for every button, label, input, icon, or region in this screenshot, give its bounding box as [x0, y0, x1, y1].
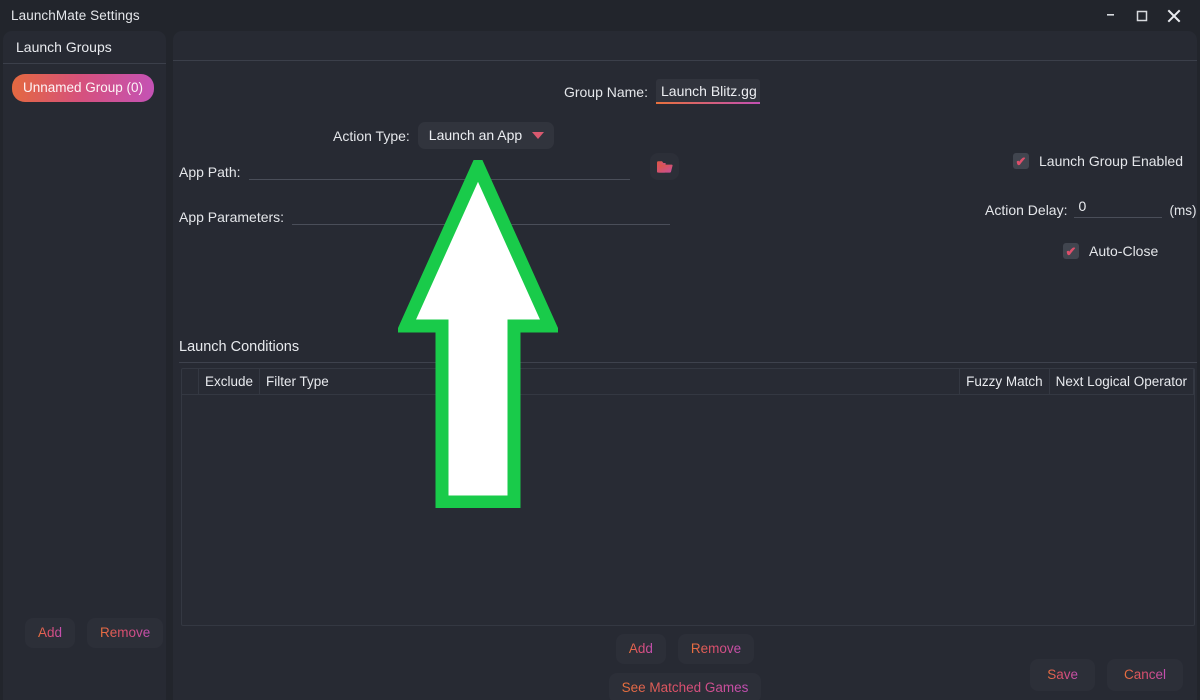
launch-conditions-table: Exclude Filter Type Fuzzy Match Next Log…	[181, 368, 1195, 626]
column-header-fuzzy-match[interactable]: Fuzzy Match	[960, 369, 1050, 394]
see-matched-games-label: See Matched Games	[621, 680, 749, 695]
sidebar-actions: Add Remove	[3, 618, 166, 700]
chevron-down-icon	[532, 131, 545, 139]
app-parameters-row: App Parameters:	[179, 203, 679, 225]
action-delay-unit: (ms)	[1169, 203, 1197, 218]
action-delay-label: Action Delay:	[985, 202, 1068, 218]
main-panel-divider	[173, 31, 1197, 61]
launchmate-settings-window: LaunchMate Settings Launch Groups Unname…	[0, 0, 1200, 700]
dialog-actions: Save Cancel	[1030, 659, 1183, 691]
close-icon[interactable]	[1158, 0, 1190, 31]
maximize-icon[interactable]	[1126, 0, 1158, 31]
save-label: Save	[1047, 667, 1078, 682]
check-icon: ✔	[1015, 153, 1027, 169]
title-bar: LaunchMate Settings	[0, 0, 1200, 31]
action-type-label: Action Type:	[333, 127, 410, 144]
see-matched-games-button[interactable]: See Matched Games	[608, 673, 762, 700]
launch-group-enabled-label: Launch Group Enabled	[1039, 153, 1183, 169]
main-panel: Group Name: Action Type: Launch an App A…	[173, 31, 1197, 700]
cancel-label: Cancel	[1123, 667, 1166, 682]
add-group-button[interactable]: Add	[25, 618, 76, 648]
group-name-input[interactable]	[656, 79, 760, 104]
group-name-label: Group Name:	[563, 83, 648, 100]
app-path-row: App Path:	[179, 153, 679, 180]
window-controls	[1094, 0, 1200, 31]
column-header-filter-type[interactable]: Filter Type	[260, 369, 961, 394]
action-delay-row: Action Delay: (ms)	[985, 196, 1196, 218]
maximize-glyph	[1136, 10, 1148, 21]
column-header-exclude[interactable]: Exclude	[199, 369, 261, 394]
app-parameters-input[interactable]	[292, 203, 671, 225]
table-header-row: Exclude Filter Type Fuzzy Match Next Log…	[182, 369, 1194, 395]
close-glyph	[1167, 9, 1181, 22]
list-item-unnamed-group[interactable]: Unnamed Group (0)	[12, 74, 155, 102]
check-icon: ✔	[1065, 243, 1077, 259]
launch-conditions-divider	[179, 362, 1197, 363]
launch-group-enabled-checkbox[interactable]: ✔	[1013, 153, 1029, 169]
action-type-value: Launch an App	[428, 127, 523, 143]
browse-app-path-button[interactable]	[649, 153, 679, 180]
remove-group-button[interactable]: Remove	[87, 618, 164, 648]
app-path-input[interactable]	[248, 158, 630, 180]
settings-form: Group Name: Action Type: Launch an App A…	[173, 61, 1197, 700]
add-group-label: Add	[38, 625, 63, 640]
column-header-next-logical-operator[interactable]: Next Logical Operator	[1050, 369, 1194, 394]
window-title: LaunchMate Settings	[11, 8, 140, 23]
add-condition-label: Add	[628, 641, 653, 656]
action-type-row: Action Type: Launch an App	[187, 122, 1183, 149]
table-header-spacer	[182, 369, 199, 394]
remove-condition-label: Remove	[690, 641, 742, 656]
add-condition-button[interactable]: Add	[615, 634, 666, 664]
app-fields: App Path: App Parameters:	[179, 153, 679, 248]
action-delay-input[interactable]	[1074, 196, 1163, 218]
folder-open-icon	[656, 160, 673, 173]
sidebar: Launch Groups Unnamed Group (0) Add Remo…	[3, 31, 166, 700]
minimize-icon[interactable]	[1094, 0, 1126, 31]
launch-group-enabled-row[interactable]: ✔ Launch Group Enabled	[1013, 153, 1196, 169]
auto-close-checkbox[interactable]: ✔	[1063, 243, 1079, 259]
window-body: Launch Groups Unnamed Group (0) Add Remo…	[0, 31, 1200, 700]
remove-condition-button[interactable]: Remove	[677, 634, 755, 664]
app-path-label: App Path:	[179, 164, 241, 180]
app-parameters-label: App Parameters:	[179, 209, 285, 225]
launch-group-list: Unnamed Group (0)	[3, 64, 166, 618]
auto-close-row[interactable]: ✔ Auto-Close	[1063, 243, 1196, 259]
remove-group-label: Remove	[100, 625, 151, 640]
save-button[interactable]: Save	[1030, 659, 1095, 691]
group-name-row: Group Name:	[187, 61, 1183, 104]
launch-options: ✔ Launch Group Enabled Action Delay: (ms…	[985, 153, 1196, 259]
cancel-button[interactable]: Cancel	[1106, 659, 1183, 691]
action-type-dropdown[interactable]: Launch an App	[417, 122, 555, 149]
auto-close-label: Auto-Close	[1089, 243, 1159, 259]
minimize-glyph	[1106, 13, 1114, 16]
sidebar-header: Launch Groups	[3, 31, 166, 64]
launch-conditions-title: Launch Conditions	[179, 339, 300, 355]
condition-add-remove-row: Add Remove	[615, 634, 755, 664]
table-body-empty	[182, 395, 1194, 625]
